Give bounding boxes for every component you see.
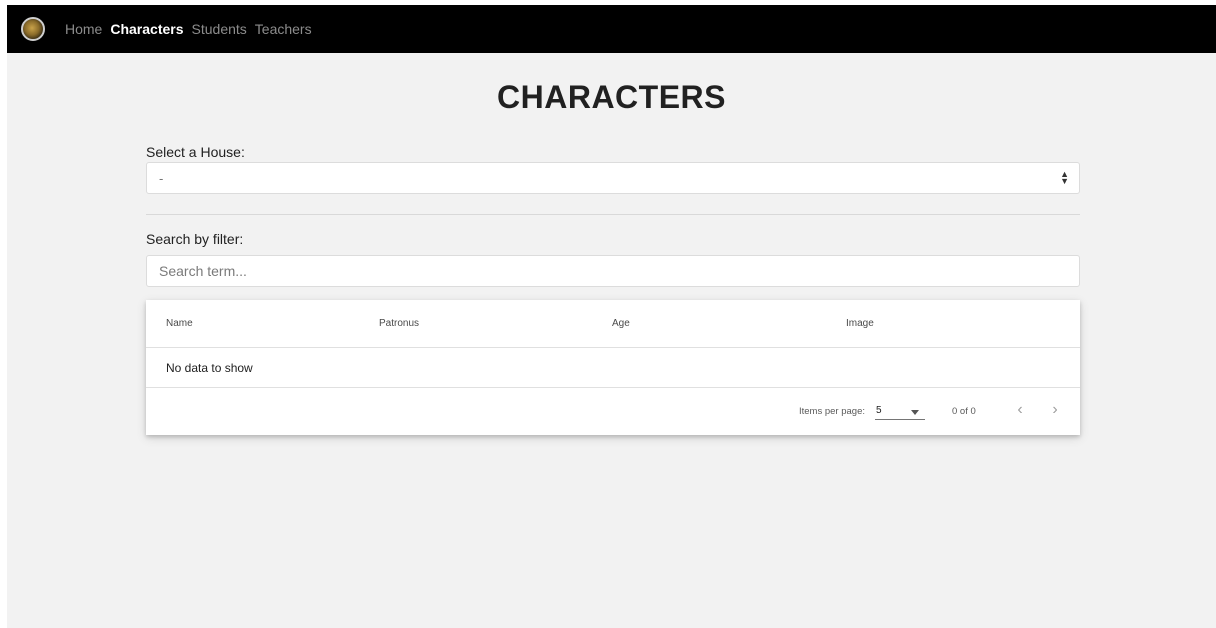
house-select[interactable]: - ▲ ▼: [146, 162, 1080, 194]
table-header-row: Name Patronus Age Image: [146, 300, 1080, 348]
top-navbar: Home Characters Students Teachers: [7, 5, 1216, 53]
column-header-image[interactable]: Image: [846, 318, 874, 329]
table-row: No data to show: [146, 348, 1080, 388]
next-page-button[interactable]: ›: [1047, 402, 1063, 418]
section-divider: [146, 214, 1080, 215]
previous-page-button[interactable]: ‹: [1012, 402, 1028, 418]
characters-table: Name Patronus Age Image No data to show …: [146, 300, 1080, 435]
column-header-age[interactable]: Age: [612, 318, 630, 329]
empty-message: No data to show: [166, 361, 253, 375]
nav-link-home[interactable]: Home: [65, 21, 102, 37]
column-header-name[interactable]: Name: [166, 318, 193, 329]
nav-link-characters[interactable]: Characters: [110, 21, 183, 37]
chevron-right-icon: ›: [1052, 401, 1058, 418]
page-size-select[interactable]: 5: [875, 403, 925, 420]
items-per-page-label: Items per page:: [799, 406, 866, 417]
paginator: Items per page: 5 0 of 0 ‹ ›: [146, 388, 1080, 435]
page-size-value: 5: [876, 405, 882, 416]
page-range-label: 0 of 0: [952, 406, 976, 417]
house-select-value: -: [159, 171, 164, 186]
search-input[interactable]: [146, 255, 1080, 287]
select-updown-icon: ▲ ▼: [1060, 169, 1069, 186]
house-crest-icon[interactable]: [21, 17, 45, 41]
filter-label: Search by filter:: [146, 231, 244, 247]
app-frame: Home Characters Students Teachers CHARAC…: [7, 5, 1216, 628]
chevron-left-icon: ‹: [1017, 401, 1023, 418]
nav-link-teachers[interactable]: Teachers: [255, 21, 312, 37]
nav-link-students[interactable]: Students: [192, 21, 247, 37]
chevron-down-icon: [911, 410, 919, 415]
house-select-label: Select a House:: [146, 144, 245, 160]
page-title: CHARACTERS: [497, 79, 726, 115]
column-header-patronus[interactable]: Patronus: [379, 318, 419, 329]
